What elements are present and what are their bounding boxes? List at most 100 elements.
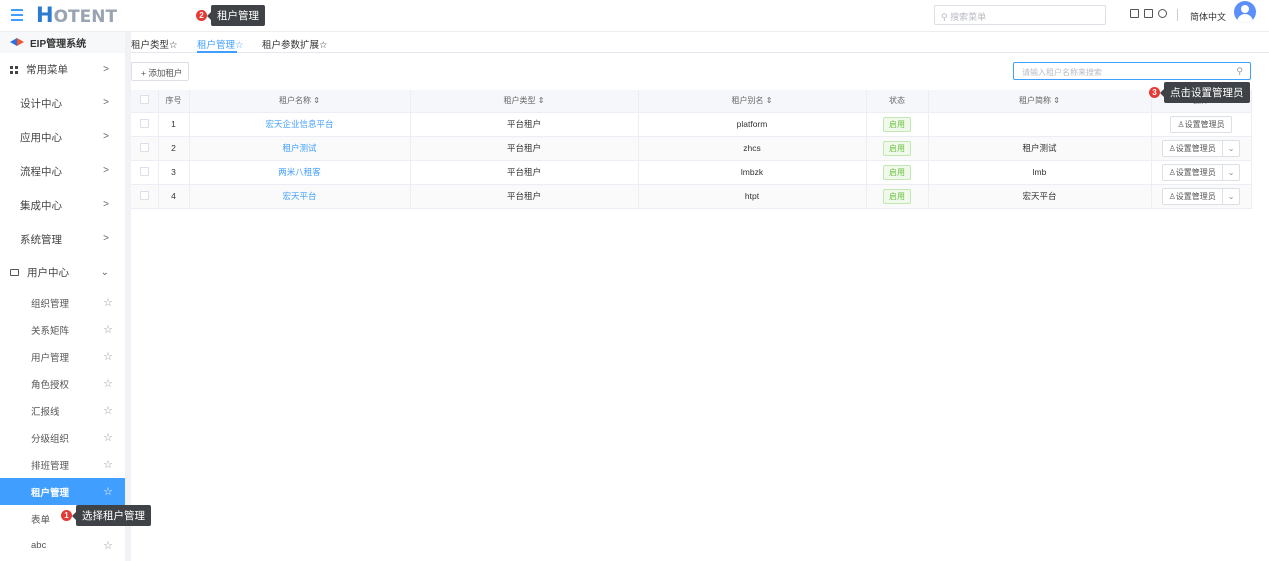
cell-short: 宏天平台 <box>928 184 1152 209</box>
system-logo-icon <box>10 38 24 47</box>
row-checkbox[interactable] <box>131 184 159 209</box>
sidebar-subitem-org[interactable]: 组织管理 ☆ <box>0 289 125 316</box>
sidebar-subitem-abc[interactable]: abc ☆ <box>0 532 125 559</box>
chevron-down-icon[interactable]: ⌄ <box>1223 144 1240 153</box>
star-icon[interactable]: ☆ <box>103 296 113 309</box>
tab-bar: 租户类型☆ 租户管理☆ 租户参数扩展☆ <box>131 32 1269 53</box>
cell-alias: zhcs <box>638 136 867 161</box>
app-logo: HOTENT <box>36 3 118 27</box>
cell-short <box>928 112 1152 137</box>
add-tenant-button[interactable]: + 添加租户 <box>131 62 189 81</box>
cell-alias: lmbzk <box>638 160 867 185</box>
star-icon[interactable]: ☆ <box>103 323 113 336</box>
sidebar-subitem-users[interactable]: 用户管理 ☆ <box>0 343 125 370</box>
star-icon[interactable]: ☆ <box>103 539 113 552</box>
user-icon: ♙ <box>1168 143 1176 153</box>
column-header-alias[interactable]: 租户别名 ⇕ <box>638 90 867 113</box>
sidebar-item-design-center[interactable]: 设计中心 > <box>0 86 125 120</box>
cell-action: ♙ 设置管理员 <box>1151 112 1252 137</box>
fullscreen-icon[interactable] <box>1144 9 1153 18</box>
cell-type: 平台租户 <box>410 184 639 209</box>
cell-status: 启用 <box>866 184 929 209</box>
set-admin-dropdown[interactable]: ♙ 设置管理员 ⌄ <box>1161 139 1241 157</box>
tab-tenant-type[interactable]: 租户类型☆ <box>131 37 178 51</box>
user-icon: ♙ <box>1168 191 1176 201</box>
chevron-down-icon[interactable]: ⌄ <box>1223 192 1240 201</box>
set-admin-dropdown[interactable]: ♙ 设置管理员 ⌄ <box>1161 187 1241 205</box>
tenant-search-input[interactable]: 请输入租户名称来搜索 ⚲ <box>1013 62 1251 80</box>
search-icon[interactable]: ⚲ <box>1236 66 1243 77</box>
column-header-name[interactable]: 租户名称 ⇕ <box>189 90 411 113</box>
sidebar-item-common-menu[interactable]: 常用菜单 > <box>0 53 125 86</box>
user-icon: ♙ <box>1177 119 1185 129</box>
step-number-badge: 2 <box>196 10 207 21</box>
sidebar-subitem-roles[interactable]: 角色授权 ☆ <box>0 370 125 397</box>
tab-tenant-params[interactable]: 租户参数扩展☆ <box>262 37 328 51</box>
sidebar-item-system-management[interactable]: 系统管理 > <box>0 222 125 256</box>
cell-status: 启用 <box>866 112 929 137</box>
system-title: EIP管理系统 <box>0 32 125 53</box>
cell-index: 3 <box>158 160 190 185</box>
table-header: 序号 租户名称 ⇕ 租户类型 ⇕ 租户别名 ⇕ 状态 租户简称 ⇕ 操作 <box>131 90 1252 113</box>
cell-index: 1 <box>158 112 190 137</box>
set-admin-button[interactable]: ♙ 设置管理员 <box>1163 140 1223 156</box>
column-header-short[interactable]: 租户简称 ⇕ <box>928 90 1152 113</box>
star-icon[interactable]: ☆ <box>103 377 113 390</box>
sidebar-item-integration-center[interactable]: 集成中心 > <box>0 188 125 222</box>
column-header-index: 序号 <box>158 90 190 113</box>
set-admin-button[interactable]: ♙ 设置管理员 <box>1163 164 1223 180</box>
status-badge: 启用 <box>883 140 911 156</box>
cell-name-link[interactable]: 租户测试 <box>189 136 411 161</box>
column-header-status[interactable]: 状态 <box>866 90 929 113</box>
star-icon[interactable]: ☆ <box>103 485 113 498</box>
chevron-right-icon: > <box>103 131 109 142</box>
cell-type: 平台租户 <box>410 136 639 161</box>
set-admin-dropdown[interactable]: ♙ 设置管理员 ⌄ <box>1161 163 1241 181</box>
status-badge: 启用 <box>883 116 911 132</box>
cell-status: 启用 <box>866 160 929 185</box>
select-all-checkbox[interactable] <box>131 90 159 113</box>
row-checkbox[interactable] <box>131 136 159 161</box>
cell-action: ♙ 设置管理员 ⌄ <box>1151 136 1252 161</box>
tab-tenant-management[interactable]: 租户管理☆ <box>197 37 244 51</box>
cell-name-link[interactable]: 宏天平台 <box>189 184 411 209</box>
cell-index: 2 <box>158 136 190 161</box>
cell-action: ♙ 设置管理员 ⌄ <box>1151 184 1252 209</box>
sidebar-item-user-center[interactable]: 用户中心 ⌄ <box>0 256 125 289</box>
sidebar-item-flow-center[interactable]: 流程中心 > <box>0 154 125 188</box>
chevron-down-icon: ⌄ <box>100 267 109 278</box>
cell-alias: htpt <box>638 184 867 209</box>
chevron-down-icon[interactable]: ⌄ <box>1223 168 1240 177</box>
star-icon[interactable]: ☆ <box>103 431 113 444</box>
cell-name-link[interactable]: 宏天企业信息平台 <box>189 112 411 137</box>
avatar[interactable] <box>1234 1 1256 23</box>
monitor-icon <box>10 269 19 276</box>
set-admin-button[interactable]: ♙ 设置管理员 <box>1170 115 1232 133</box>
column-header-type[interactable]: 租户类型 ⇕ <box>410 90 639 113</box>
row-checkbox[interactable] <box>131 112 159 137</box>
main-content: + 添加租户 请输入租户名称来搜索 ⚲ 序号 租户名称 ⇕ 租户类型 ⇕ 租户别… <box>131 53 1269 561</box>
menu-toggle-icon[interactable] <box>11 9 23 21</box>
set-admin-button[interactable]: ♙ 设置管理员 <box>1163 188 1223 204</box>
grid-icon <box>10 65 18 74</box>
cell-name-link[interactable]: 两米八租客 <box>189 160 411 185</box>
menu-search-input[interactable]: ⚲ 搜索菜单 <box>934 5 1106 25</box>
sidebar-subitem-matrix[interactable]: 关系矩阵 ☆ <box>0 316 125 343</box>
refresh-icon[interactable] <box>1158 9 1167 18</box>
monitor-icon[interactable] <box>1130 9 1139 18</box>
star-icon[interactable]: ☆ <box>103 458 113 471</box>
star-icon[interactable]: ☆ <box>103 404 113 417</box>
sidebar-subitem-reportline[interactable]: 汇报线 ☆ <box>0 397 125 424</box>
language-switch[interactable]: 简体中文 <box>1190 10 1226 23</box>
sidebar-subitem-tenant[interactable]: 租户管理 ☆ <box>0 478 125 505</box>
status-badge: 启用 <box>883 164 911 180</box>
row-checkbox[interactable] <box>131 160 159 185</box>
sidebar-subitem-schedule[interactable]: 排班管理 ☆ <box>0 451 125 478</box>
chevron-right-icon: > <box>103 64 109 75</box>
callout-step-3: 3 点击设置管理员 <box>1149 82 1250 103</box>
sidebar-item-app-center[interactable]: 应用中心 > <box>0 120 125 154</box>
chevron-right-icon: > <box>103 165 109 176</box>
sidebar-subitem-grade-org[interactable]: 分级组织 ☆ <box>0 424 125 451</box>
star-icon[interactable]: ☆ <box>103 350 113 363</box>
cell-index: 4 <box>158 184 190 209</box>
